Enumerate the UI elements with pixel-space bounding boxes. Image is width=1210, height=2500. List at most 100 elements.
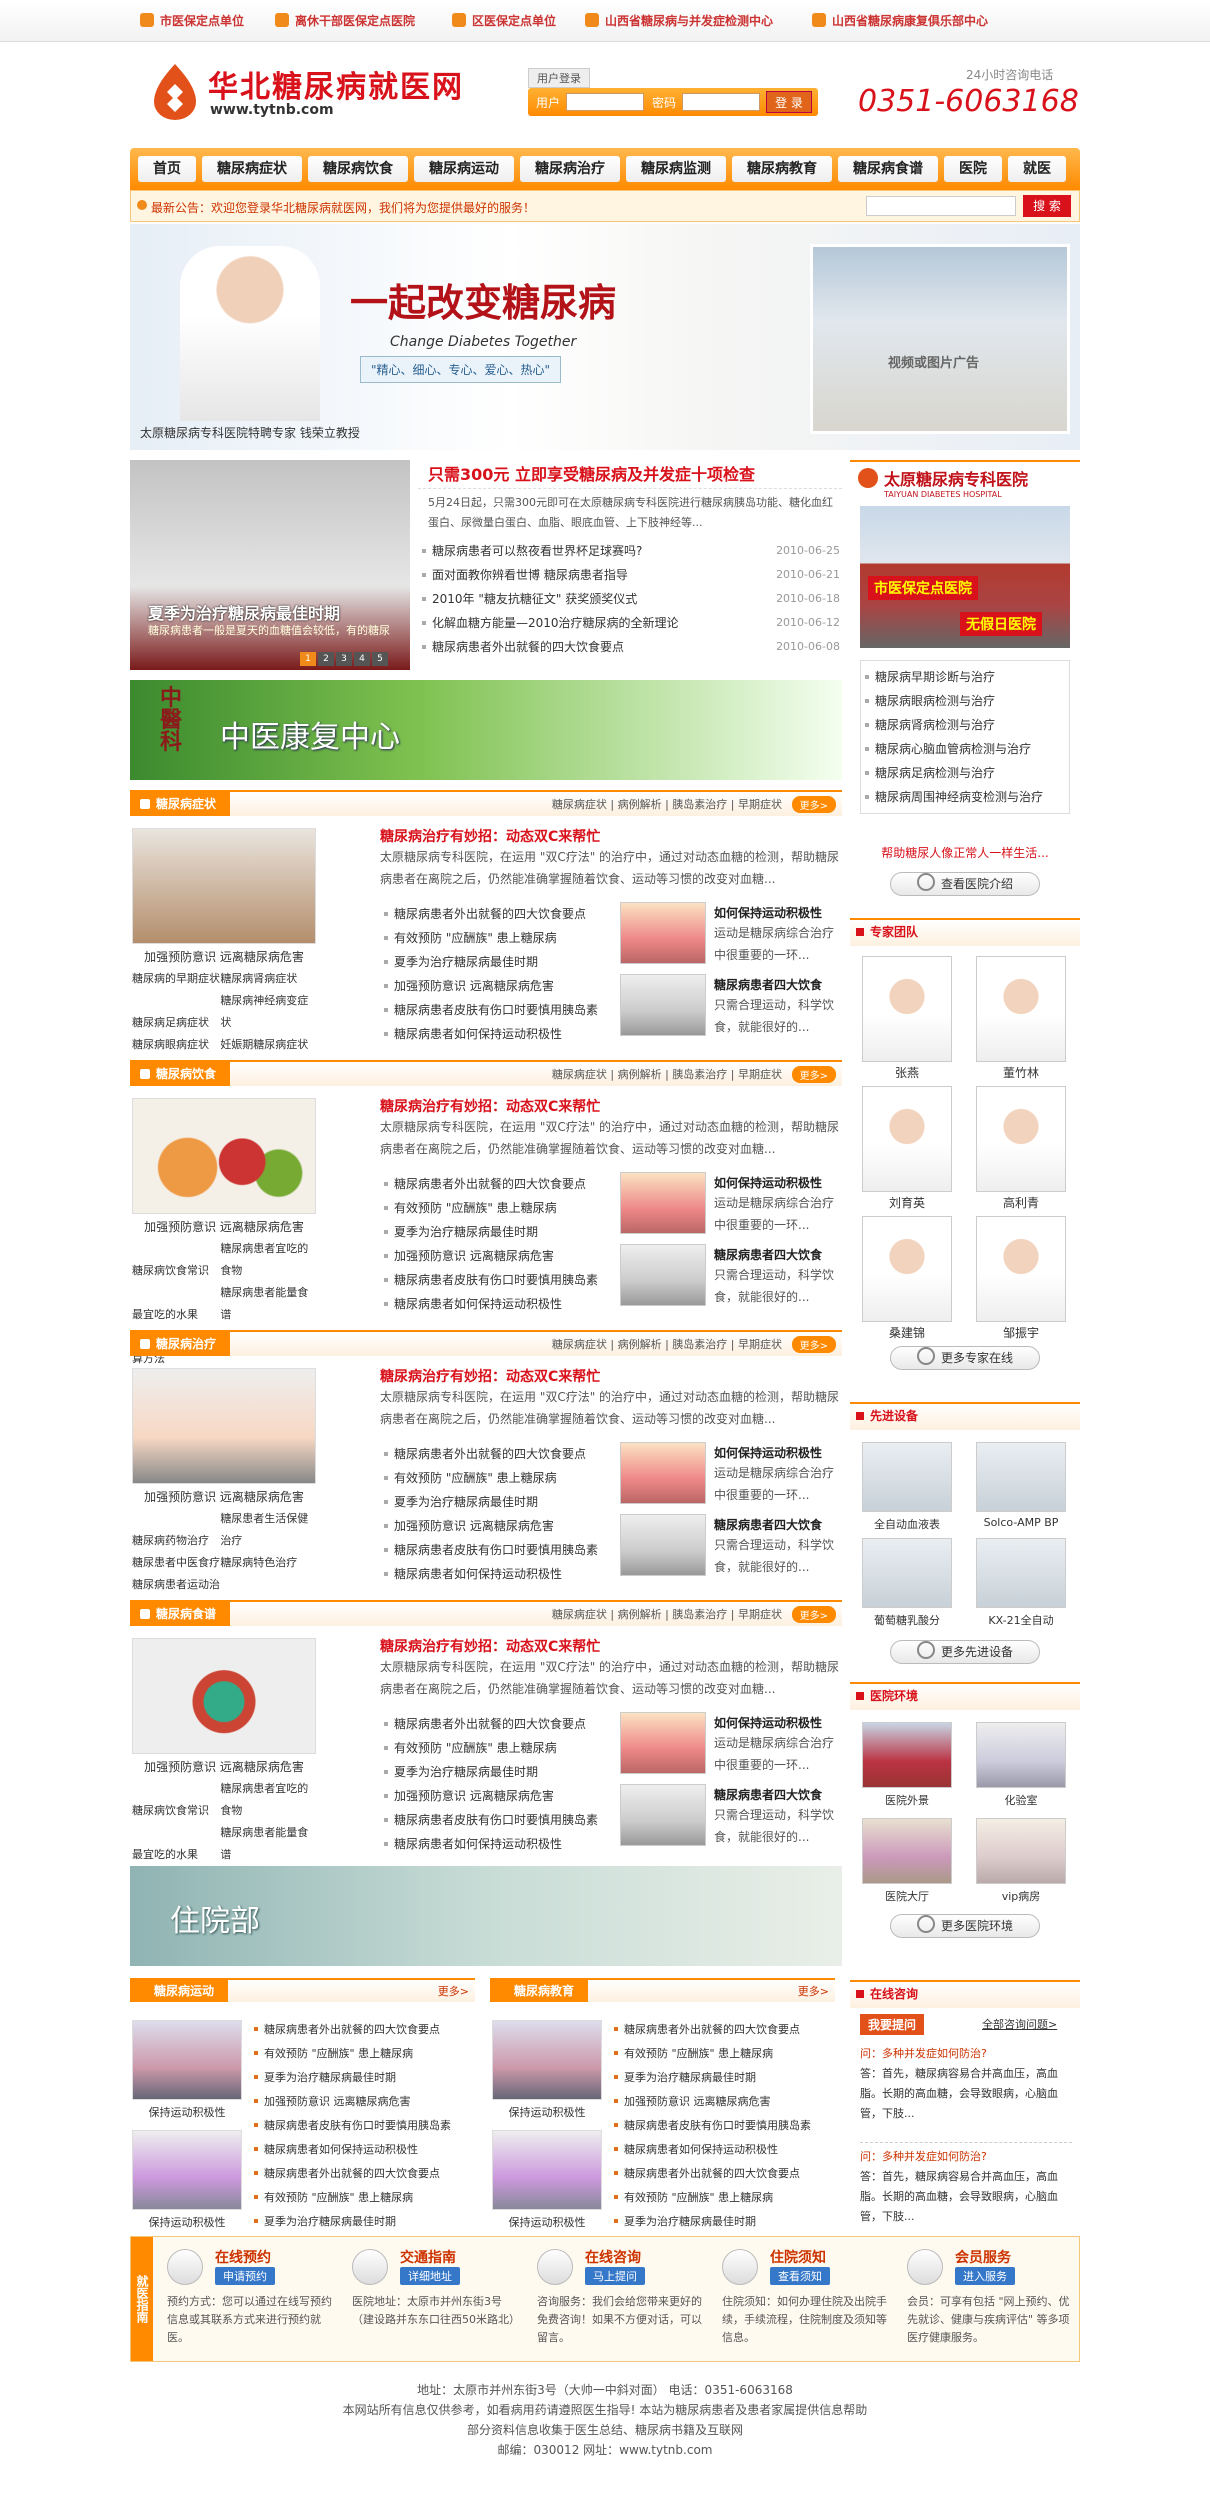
nav-item[interactable]: 糖尿病治疗 — [520, 156, 620, 182]
article-link[interactable]: 加强预防意识 远离糖尿病危害 — [380, 1784, 620, 1808]
equipment-name[interactable]: 全自动血液表 — [862, 1516, 952, 1532]
article-link[interactable]: 夏季为治疗糖尿病最佳时期 — [380, 950, 620, 974]
bottom-section-title[interactable]: 糖尿病运动 — [130, 1980, 229, 2002]
ask-question-button[interactable]: 我要提问 — [860, 2014, 925, 2035]
article-title[interactable]: 糖尿病治疗有妙招：动态双C来帮忙 — [380, 826, 600, 846]
section-link[interactable]: 糖尿病神经病变症状 — [220, 990, 308, 1034]
nav-item[interactable]: 糖尿病食谱 — [838, 156, 938, 182]
article-link[interactable]: 糖尿病患者如何保持运动积极性 — [380, 1832, 620, 1856]
headline-title[interactable]: 只需300元 立即享受糖尿病及并发症十项检查 — [418, 462, 842, 489]
slide-page-button[interactable]: 5 — [372, 652, 388, 666]
equipment-name[interactable]: KX-21全自动 — [976, 1612, 1066, 1628]
section-more-link[interactable]: 更多> — [791, 1066, 836, 1083]
news-item[interactable]: 面对面教你辨看世博 糖尿病患者指导 2010-06-21 — [418, 563, 842, 587]
bottom-list-item[interactable]: 糖尿病患者皮肤有伤口时要慎用胰岛素 — [612, 2114, 834, 2138]
article-link[interactable]: 糖尿病患者如何保持运动积极性 — [380, 1022, 620, 1046]
section-tabs[interactable]: 糖尿病症状 | 病例解析 | 胰岛素治疗 | 早期症状 — [552, 1336, 782, 1352]
bottom-list-item[interactable]: 有效预防 "应酬族" 患上糖尿病 — [252, 2186, 474, 2210]
banner-photo[interactable]: 视频或图片广告 — [810, 244, 1070, 434]
mini-article-image[interactable] — [620, 1784, 706, 1846]
equipment-photo[interactable] — [862, 1442, 952, 1512]
news-item[interactable]: 糖尿病患者可以熬夜看世界杯足球赛吗? 2010-06-25 — [418, 539, 842, 563]
news-item[interactable]: 2010年 "糖友抗糖征文" 获奖颁奖仪式 2010-06-18 — [418, 587, 842, 611]
service-button[interactable]: 申请预约 — [215, 2267, 275, 2285]
section-link[interactable]: 糖尿病患者宜吃的食物 — [220, 1778, 308, 1822]
logo-icon[interactable] — [150, 62, 200, 122]
mini-article-title[interactable]: 如何保持运动积极性 — [714, 1714, 822, 1731]
article-title[interactable]: 糖尿病治疗有妙招：动态双C来帮忙 — [380, 1636, 600, 1656]
section-link[interactable]: 糖尿病饮食常识 — [132, 1260, 220, 1282]
bottom-list-item[interactable]: 糖尿病患者外出就餐的四大饮食要点 — [612, 2162, 834, 2186]
service-title[interactable]: 交通指南 — [400, 2247, 456, 2267]
mini-article-image[interactable] — [620, 1514, 706, 1576]
expert-photo[interactable] — [976, 1086, 1066, 1192]
qa-item[interactable]: 问：多种并发症如何防治? 答：首先，糖尿病容易合并高血压，高血脂。长期的高血糖，… — [860, 2142, 1072, 2227]
all-questions-link[interactable]: 全部咨询问题> — [982, 2016, 1057, 2032]
article-link[interactable]: 糖尿病患者外出就餐的四大饮食要点 — [380, 1442, 620, 1466]
mini-article-image[interactable] — [620, 1172, 706, 1234]
expert-name[interactable]: 邹振宇 — [976, 1324, 1066, 1341]
slide-page-button[interactable]: 3 — [336, 652, 352, 666]
bottom-section-more[interactable]: 更多> — [798, 1983, 829, 1999]
section-link[interactable]: 糖尿病患者能量食谱 — [220, 1282, 308, 1326]
section-image[interactable] — [132, 1638, 316, 1754]
article-link[interactable]: 夏季为治疗糖尿病最佳时期 — [380, 1220, 620, 1244]
service-button[interactable]: 马上提问 — [585, 2267, 645, 2285]
bottom-list-item[interactable]: 糖尿病患者外出就餐的四大饮食要点 — [612, 2018, 834, 2042]
nav-item[interactable]: 医院 — [944, 156, 1002, 182]
article-link[interactable]: 加强预防意识 远离糖尿病危害 — [380, 1514, 620, 1538]
expert-photo[interactable] — [976, 956, 1066, 1062]
article-title[interactable]: 糖尿病治疗有妙招：动态双C来帮忙 — [380, 1096, 600, 1116]
section-link[interactable]: 糖尿病药物治疗 — [132, 1530, 220, 1552]
section-link[interactable]: 糖尿患者中医食疗 — [132, 1552, 220, 1574]
article-link[interactable]: 糖尿病患者如何保持运动积极性 — [380, 1562, 620, 1586]
mini-article-image[interactable] — [620, 1712, 706, 1774]
equipment-photo[interactable] — [976, 1538, 1066, 1608]
expert-name[interactable]: 张燕 — [862, 1064, 952, 1081]
more-equipment-button[interactable]: 更多先进设备 — [890, 1640, 1040, 1664]
mini-article-title[interactable]: 糖尿病患者四大饮食 — [714, 976, 822, 993]
username-input[interactable] — [566, 93, 644, 111]
bottom-list-item[interactable]: 糖尿病患者外出就餐的四大饮食要点 — [252, 2162, 474, 2186]
section-image[interactable] — [132, 828, 316, 944]
mini-article-title[interactable]: 如何保持运动积极性 — [714, 1444, 822, 1461]
service-title[interactable]: 住院须知 — [770, 2247, 826, 2267]
bottom-list-item[interactable]: 夏季为治疗糖尿病最佳时期 — [252, 2210, 474, 2234]
service-item[interactable]: 糖尿病早期诊断与治疗 — [861, 665, 1069, 689]
environment-photo[interactable] — [862, 1722, 952, 1788]
slide-page-button[interactable]: 1 — [300, 652, 316, 666]
service-title[interactable]: 会员服务 — [955, 2247, 1011, 2267]
equipment-name[interactable]: Solco-AMP BP — [976, 1516, 1066, 1529]
slide-page-button[interactable]: 2 — [318, 652, 334, 666]
bottom-thumb[interactable] — [132, 2130, 242, 2210]
section-link[interactable]: 糖尿病饮食常识 — [132, 1800, 220, 1822]
service-button[interactable]: 进入服务 — [955, 2267, 1015, 2285]
nav-item[interactable]: 糖尿病运动 — [414, 156, 514, 182]
bottom-list-item[interactable]: 夏季为治疗糖尿病最佳时期 — [612, 2210, 834, 2234]
mini-article-image[interactable] — [620, 902, 706, 964]
topbar-item[interactable]: 山西省糖尿病与并发症检测中心 — [585, 12, 773, 29]
section-link[interactable]: 最宜吃的水果 — [132, 1844, 220, 1866]
article-link[interactable]: 糖尿病患者皮肤有伤口时要慎用胰岛素 — [380, 1808, 620, 1832]
article-link[interactable]: 有效预防 "应酬族" 患上糖尿病 — [380, 1196, 620, 1220]
hospital-help-text[interactable]: 帮助糖尿人像正常人一样生活... — [860, 844, 1070, 861]
search-input[interactable] — [866, 196, 1016, 216]
service-item[interactable]: 糖尿病眼病检测与治疗 — [861, 689, 1069, 713]
bottom-section-title[interactable]: 糖尿病教育 — [490, 1980, 589, 2002]
article-link[interactable]: 糖尿病患者如何保持运动积极性 — [380, 1292, 620, 1316]
bottom-list-item[interactable]: 夏季为治疗糖尿病最佳时期 — [252, 2066, 474, 2090]
section-link[interactable]: 糖尿病患者能量食谱 — [220, 1822, 308, 1866]
article-link[interactable]: 糖尿病患者外出就餐的四大饮食要点 — [380, 1712, 620, 1736]
search-button[interactable]: 搜 索 — [1023, 195, 1071, 217]
section-more-link[interactable]: 更多> — [791, 1336, 836, 1353]
section-title[interactable]: 糖尿病食谱 — [130, 1602, 231, 1626]
article-link[interactable]: 加强预防意识 远离糖尿病危害 — [380, 1244, 620, 1268]
site-title[interactable]: 华北糖尿病就医网 — [208, 62, 464, 106]
service-title[interactable]: 在线预约 — [215, 2247, 271, 2267]
mini-article-title[interactable]: 糖尿病患者四大饮食 — [714, 1246, 822, 1263]
service-item[interactable]: 糖尿病肾病检测与治疗 — [861, 713, 1069, 737]
bottom-list-item[interactable]: 糖尿病患者皮肤有伤口时要慎用胰岛素 — [252, 2114, 474, 2138]
expert-photo[interactable] — [862, 1216, 952, 1322]
expert-photo[interactable] — [862, 956, 952, 1062]
bottom-list-item[interactable]: 糖尿病患者如何保持运动积极性 — [612, 2138, 834, 2162]
